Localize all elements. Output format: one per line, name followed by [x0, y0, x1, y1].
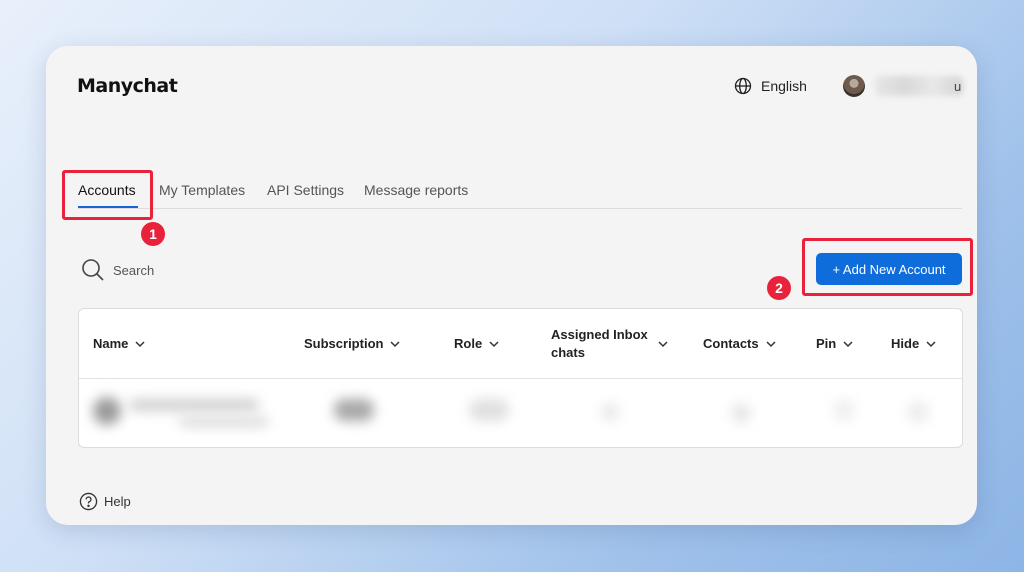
chevron-down-icon — [926, 340, 936, 347]
tab-my-templates[interactable]: My Templates — [159, 182, 245, 198]
user-name-suffix: u — [954, 79, 962, 94]
table-row[interactable] — [79, 379, 962, 445]
help-link[interactable]: Help — [79, 492, 131, 511]
chevron-down-icon — [135, 340, 145, 347]
blurred-pin — [833, 399, 855, 421]
blurred-subscription — [334, 399, 374, 421]
search-icon — [82, 259, 104, 281]
search-field[interactable]: Search — [81, 258, 154, 282]
blurred-hide — [907, 401, 929, 423]
search-placeholder: Search — [113, 262, 155, 278]
main-card: Manychat English u Accounts My Templates… — [46, 46, 977, 525]
manychat-logo[interactable]: Manychat — [77, 75, 178, 97]
column-header-subscription[interactable]: Subscription — [304, 309, 401, 378]
language-label: English — [761, 78, 807, 94]
help-circle-icon — [79, 492, 98, 511]
step-badge-1: 1 — [141, 222, 165, 246]
table-header: Name Subscription Role Assigned Inbox ch… — [79, 309, 962, 379]
chevron-down-icon — [390, 340, 400, 347]
help-label: Help — [104, 494, 131, 509]
column-header-contacts[interactable]: Contacts — [703, 309, 777, 378]
add-new-account-button[interactable]: + Add New Account — [816, 253, 962, 285]
blurred-role — [469, 399, 509, 421]
avatar[interactable] — [843, 75, 865, 97]
chevron-down-icon — [843, 340, 853, 347]
blurred-account-name — [129, 399, 259, 411]
column-header-assigned-inbox-chats[interactable]: Assigned Inbox chats — [551, 309, 676, 378]
blurred-account-subtitle — [179, 417, 269, 427]
tab-api-settings[interactable]: API Settings — [267, 182, 344, 198]
column-header-role[interactable]: Role — [454, 309, 500, 378]
chevron-down-icon — [658, 340, 668, 347]
highlight-box-accounts — [62, 170, 153, 220]
blurred-inbox-chats — [601, 403, 619, 421]
globe-icon — [734, 77, 752, 95]
tab-bar: Accounts My Templates API Settings Messa… — [78, 166, 962, 209]
accounts-table: Name Subscription Role Assigned Inbox ch… — [78, 308, 963, 448]
chevron-down-icon — [489, 340, 499, 347]
step-badge-2: 2 — [767, 276, 791, 300]
chevron-down-icon — [766, 340, 776, 347]
tab-message-reports[interactable]: Message reports — [364, 182, 468, 198]
column-header-hide[interactable]: Hide — [891, 309, 937, 378]
column-header-pin[interactable]: Pin — [816, 309, 854, 378]
column-header-name[interactable]: Name — [93, 309, 146, 378]
language-selector[interactable]: English — [733, 76, 807, 96]
blurred-avatar — [93, 397, 121, 425]
user-name-blurred[interactable] — [875, 76, 963, 96]
blurred-contacts — [731, 403, 751, 423]
